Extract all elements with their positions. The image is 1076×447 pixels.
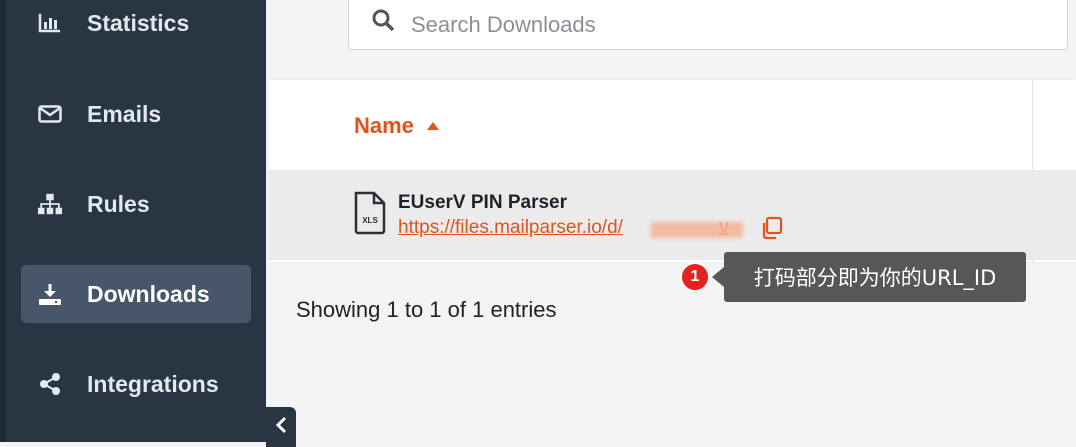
downloads-table: Name XLS EUserV PIN Parser https://files…	[269, 80, 1076, 262]
sidebar-item-label: Integrations	[87, 370, 219, 397]
file-name: EUserV PIN Parser	[398, 192, 567, 213]
annotation-tooltip: 打码部分即为你的URL_ID	[724, 252, 1026, 302]
sidebar-item-label: Emails	[87, 100, 162, 127]
entries-info: Showing 1 to 1 of 1 entries	[296, 297, 557, 322]
sidebar: Statistics Emails Rules Downloads Integr…	[0, 0, 266, 442]
sidebar-item-integrations[interactable]: Integrations	[21, 355, 251, 413]
redacted-url-id	[651, 222, 743, 238]
table-row: XLS EUserV PIN Parser https://files.mail…	[269, 170, 1076, 260]
sidebar-item-label: Downloads	[87, 280, 210, 307]
search-box	[348, 0, 1068, 50]
share-icon	[37, 371, 63, 397]
annotation-badge: 1	[680, 262, 710, 292]
sidebar-item-rules[interactable]: Rules	[21, 175, 251, 233]
sidebar-collapse-button[interactable]	[266, 407, 296, 447]
sidebar-item-downloads[interactable]: Downloads	[21, 265, 251, 323]
tooltip-arrow	[712, 267, 724, 287]
search-input[interactable]	[409, 4, 1013, 46]
sidebar-item-emails[interactable]: Emails	[21, 85, 251, 143]
svg-text:XLS: XLS	[362, 216, 378, 225]
column-header-name[interactable]: Name	[354, 113, 414, 139]
sidebar-item-label: Rules	[87, 190, 150, 217]
sort-ascending-icon[interactable]	[427, 117, 439, 135]
table-header: Name	[269, 80, 1076, 171]
copy-icon[interactable]	[760, 216, 784, 245]
xls-file-icon: XLS	[353, 190, 387, 241]
download-icon	[37, 281, 63, 307]
chevron-left-icon	[274, 415, 288, 440]
sidebar-item-label: Statistics	[87, 9, 190, 36]
bar-chart-icon	[37, 10, 63, 36]
envelope-icon	[37, 101, 63, 127]
sidebar-edge	[0, 0, 6, 442]
sidebar-item-statistics[interactable]: Statistics	[21, 0, 251, 52]
search-icon	[371, 8, 395, 37]
sitemap-icon	[37, 191, 63, 217]
